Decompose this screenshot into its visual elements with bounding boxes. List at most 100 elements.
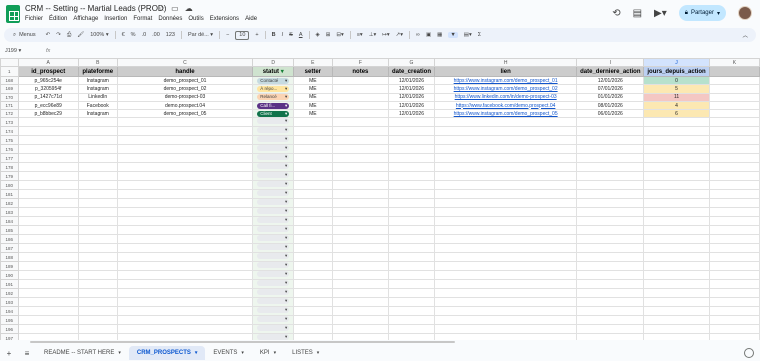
empty-cell[interactable] [77, 144, 118, 155]
chevron-down-icon[interactable]: ▾ [195, 350, 198, 356]
status-dropdown-chip[interactable] [257, 208, 290, 215]
empty-cell[interactable] [77, 198, 118, 209]
empty-cell[interactable] [77, 216, 118, 227]
days-since-cell[interactable]: 4 [643, 100, 710, 111]
empty-cell[interactable] [116, 135, 254, 146]
status-cell[interactable] [252, 279, 295, 290]
empty-cell[interactable] [388, 225, 435, 236]
row-number[interactable]: 180 [0, 180, 19, 191]
empty-cell[interactable] [17, 270, 79, 281]
row-number[interactable]: 176 [0, 144, 19, 155]
name-box[interactable]: J199 ▾ [0, 48, 38, 54]
status-dropdown-chip[interactable] [257, 172, 290, 179]
empty-cell[interactable] [116, 162, 254, 173]
empty-cell[interactable] [433, 135, 578, 146]
empty-cell[interactable] [388, 117, 435, 128]
empty-cell[interactable] [388, 243, 435, 254]
empty-cell[interactable] [17, 162, 79, 173]
status-cell[interactable] [252, 261, 295, 272]
status-cell[interactable] [252, 288, 295, 299]
empty-cell[interactable] [643, 171, 710, 182]
empty-cell[interactable] [388, 135, 435, 146]
status-cell[interactable] [252, 243, 295, 254]
status-cell[interactable] [252, 180, 295, 191]
status-dropdown-chip[interactable] [257, 163, 290, 170]
document-title[interactable]: CRM -- Setting -- Martial Leads (PROD) [25, 4, 166, 13]
status-cell[interactable] [252, 135, 295, 146]
id-prospect-cell[interactable]: p_b8bbec29 [17, 109, 79, 119]
empty-cell[interactable] [77, 162, 118, 173]
merge-cells-icon[interactable]: ⊟▾ [336, 32, 343, 38]
empty-cell[interactable] [331, 297, 390, 308]
empty-cell[interactable] [17, 117, 79, 128]
vertical-align-icon[interactable]: ⊥▾ [369, 32, 377, 38]
link-cell[interactable]: https://www.facebook.com/demo.prospect.0… [433, 100, 578, 111]
status-dropdown-chip[interactable] [257, 235, 290, 242]
row-number[interactable]: 181 [0, 189, 19, 200]
borders-icon[interactable]: ⊞ [326, 32, 331, 38]
empty-cell[interactable] [77, 225, 118, 236]
empty-cell[interactable] [17, 315, 79, 326]
status-cell[interactable] [252, 117, 295, 128]
empty-cell[interactable] [388, 126, 435, 137]
empty-cell[interactable] [708, 162, 760, 173]
status-dropdown-chip[interactable] [257, 217, 290, 224]
status-dropdown-chip[interactable] [257, 181, 290, 188]
font-size-increase-button[interactable]: + [255, 32, 258, 38]
empty-cell[interactable] [116, 279, 254, 290]
empty-cell[interactable] [576, 144, 645, 155]
scrollbar-thumb[interactable] [30, 341, 455, 343]
empty-cell[interactable] [388, 261, 435, 272]
decrease-decimal-button[interactable]: .0 [142, 32, 147, 38]
status-cell[interactable] [252, 252, 295, 263]
setter-cell[interactable]: ME [293, 109, 333, 119]
empty-cell[interactable] [708, 100, 760, 111]
text-color-icon[interactable]: A [299, 32, 303, 38]
status-dropdown-chip[interactable] [257, 226, 290, 233]
empty-cell[interactable] [293, 117, 333, 128]
empty-cell[interactable] [708, 84, 760, 94]
empty-cell[interactable] [331, 180, 390, 191]
percent-format-button[interactable]: % [131, 32, 136, 38]
share-button[interactable]: 🔒︎ Partager ▾ [678, 5, 726, 21]
empty-cell[interactable] [293, 243, 333, 254]
status-cell[interactable]: À répo... [252, 84, 295, 94]
empty-cell[interactable] [116, 324, 254, 335]
empty-cell[interactable] [708, 92, 760, 102]
date-creation-cell[interactable]: 12/01/2026 [388, 92, 435, 102]
empty-cell[interactable] [17, 324, 79, 335]
empty-cell[interactable] [433, 252, 578, 263]
empty-cell[interactable] [116, 261, 254, 272]
last-action-cell[interactable]: 07/01/2026 [576, 84, 645, 94]
row-number[interactable]: 171 [0, 100, 19, 111]
empty-cell[interactable] [643, 144, 710, 155]
column-header-a[interactable]: A [17, 58, 79, 67]
empty-cell[interactable] [433, 324, 578, 335]
select-all-corner[interactable] [0, 58, 19, 67]
empty-cell[interactable] [293, 297, 333, 308]
bold-icon[interactable]: B [272, 32, 276, 38]
menu-item[interactable]: Outils [188, 16, 203, 22]
empty-cell[interactable] [331, 189, 390, 200]
sheet-tab[interactable]: LISTES ▾ [284, 346, 327, 360]
empty-cell[interactable] [576, 207, 645, 218]
handle-cell[interactable]: demo_prospect_01 [116, 75, 254, 86]
status-dropdown-chip[interactable] [257, 262, 290, 269]
empty-cell[interactable] [643, 279, 710, 290]
empty-cell[interactable] [293, 180, 333, 191]
undo-icon[interactable]: ↶ [46, 32, 51, 38]
field-header-cell[interactable]: handle [116, 66, 254, 77]
empty-cell[interactable] [77, 279, 118, 290]
status-dropdown-chip[interactable] [257, 289, 290, 296]
empty-cell[interactable] [433, 180, 578, 191]
status-cell[interactable] [252, 207, 295, 218]
history-icon[interactable]: ⟲ [612, 8, 620, 19]
empty-cell[interactable] [331, 252, 390, 263]
empty-cell[interactable] [17, 135, 79, 146]
empty-cell[interactable] [331, 144, 390, 155]
empty-cell[interactable] [293, 189, 333, 200]
empty-cell[interactable] [17, 225, 79, 236]
empty-cell[interactable] [643, 234, 710, 245]
notes-cell[interactable] [331, 109, 390, 119]
empty-cell[interactable] [643, 288, 710, 299]
